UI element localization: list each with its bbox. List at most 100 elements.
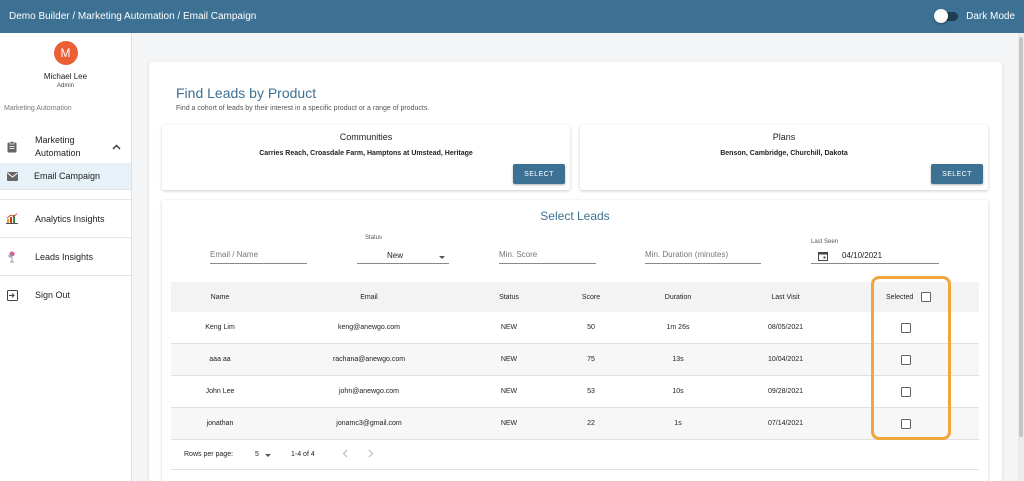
- col-header-last-visit[interactable]: Last Visit: [723, 282, 848, 312]
- email-name-field[interactable]: [210, 250, 307, 264]
- leads-icon: [6, 251, 18, 263]
- cell-name: aaa aa: [209, 356, 231, 363]
- communities-card: Communities Carries Reach, Croasdale Far…: [162, 125, 570, 190]
- col-header-score[interactable]: Score: [549, 282, 633, 312]
- cell-last-visit: 09/28/2021: [767, 388, 804, 395]
- cell-name: jonathan: [206, 420, 234, 427]
- mail-icon: [6, 170, 18, 182]
- table-pagination: Rows per page: 5 1-4 of 4: [171, 440, 979, 470]
- caret-down-icon: [439, 256, 445, 259]
- select-communities-button[interactable]: SELECT: [513, 164, 565, 184]
- min-score-field[interactable]: [499, 250, 596, 264]
- rows-per-page-select[interactable]: 5: [255, 451, 271, 458]
- selected-column-highlight: [871, 276, 951, 440]
- select-leads-title: Select Leads: [540, 209, 610, 223]
- sidebar-item-email-campaign[interactable]: Email Campaign: [0, 163, 131, 190]
- cell-duration: 1m 26s: [666, 324, 690, 331]
- sidebar-item-leads-insights[interactable]: Leads Insights: [0, 238, 131, 276]
- cell-duration: 1s: [674, 420, 682, 427]
- status-select[interactable]: New: [357, 250, 449, 264]
- table-header: Name Email Status Score Duration Last Vi…: [171, 282, 979, 312]
- sidebar-item-marketing-automation[interactable]: Marketing Automation: [0, 127, 131, 163]
- switch-knob[interactable]: [934, 9, 949, 23]
- email-name-input[interactable]: [210, 250, 307, 259]
- min-score-input[interactable]: [499, 250, 596, 259]
- cell-status: NEW: [500, 388, 518, 395]
- cell-name: John Lee: [205, 388, 235, 395]
- cell-duration: 10s: [672, 388, 684, 395]
- sidebar: M Michael Lee Admin Marketing Automation…: [0, 33, 132, 481]
- cell-email: john@anewgo.com: [338, 388, 400, 395]
- dark-mode-label: Dark Mode: [966, 11, 1015, 22]
- min-duration-field[interactable]: [645, 250, 761, 264]
- breadcrumb[interactable]: Demo Builder / Marketing Automation / Em…: [9, 11, 936, 22]
- col-header-email[interactable]: Email: [269, 282, 469, 312]
- status-value: New: [387, 251, 404, 260]
- page-title: Find Leads by Product: [176, 85, 317, 101]
- dark-mode-toggle[interactable]: Dark Mode: [934, 9, 1015, 23]
- sign-out-icon: [6, 289, 18, 301]
- cell-score: 50: [587, 324, 595, 331]
- cell-duration: 13s: [672, 356, 684, 363]
- rows-per-page-label: Rows per page:: [184, 451, 234, 458]
- divider: [0, 190, 131, 200]
- plans-values: Benson, Cambridge, Churchill, Dakota: [720, 150, 848, 157]
- sidebar-item-label: Email Campaign: [34, 171, 101, 181]
- sidebar-item-label: Sign Out: [35, 290, 71, 300]
- sidebar-section-label: Marketing Automation: [4, 105, 72, 112]
- table-row[interactable]: aaa aa rachana@anewgo.com NEW 75 13s 10/…: [171, 344, 979, 376]
- cell-email: keng@anewgo.com: [338, 324, 400, 331]
- cell-email: jonamc3@gmail.com: [336, 420, 402, 427]
- communities-values: Carries Reach, Croasdale Farm, Hamptons …: [259, 150, 473, 157]
- table-row[interactable]: Keng Lim keng@anewgo.com NEW 50 1m 26s 0…: [171, 312, 979, 344]
- table-row[interactable]: jonathan jonamc3@gmail.com NEW 22 1s 07/…: [171, 408, 979, 440]
- last-seen-value: 04/10/2021: [842, 251, 883, 260]
- scrollbar[interactable]: [1018, 33, 1024, 481]
- select-plans-button[interactable]: SELECT: [931, 164, 983, 184]
- user-name: Michael Lee: [43, 72, 88, 81]
- cell-name: Keng Lim: [205, 324, 235, 331]
- cell-last-visit: 08/05/2021: [767, 324, 804, 331]
- avatar[interactable]: M: [53, 41, 78, 65]
- dark-mode-switch[interactable]: [934, 9, 959, 23]
- cell-score: 22: [587, 420, 595, 427]
- col-header-status[interactable]: Status: [469, 282, 549, 312]
- cell-score: 75: [587, 356, 595, 363]
- sidebar-item-label: Marketing Automation: [35, 135, 81, 158]
- sidebar-item-label: Analytics Insights: [35, 213, 105, 224]
- top-bar: Demo Builder / Marketing Automation / Em…: [0, 0, 1024, 33]
- plans-title: Plans: [772, 132, 796, 142]
- calendar-icon[interactable]: [818, 251, 828, 263]
- chevron-up-icon[interactable]: [112, 142, 121, 152]
- cell-last-visit: 07/14/2021: [767, 420, 804, 427]
- table-row[interactable]: John Lee john@anewgo.com NEW 53 10s 09/2…: [171, 376, 979, 408]
- sidebar-item-sign-out[interactable]: Sign Out: [0, 276, 131, 314]
- cell-email: rachana@anewgo.com: [332, 356, 406, 363]
- last-seen-label: Last Seen: [811, 239, 839, 245]
- col-header-duration[interactable]: Duration: [633, 282, 723, 312]
- sidebar-item-label: Leads Insights: [35, 251, 94, 262]
- plans-card: Plans Benson, Cambridge, Churchill, Dako…: [580, 125, 988, 190]
- cell-score: 53: [587, 388, 595, 395]
- chevron-right-icon[interactable]: [368, 449, 374, 460]
- cell-status: NEW: [500, 420, 518, 427]
- cell-status: NEW: [500, 356, 518, 363]
- chevron-left-icon[interactable]: [342, 449, 348, 460]
- sidebar-item-analytics-insights[interactable]: Analytics Insights: [0, 200, 131, 238]
- cell-status: NEW: [500, 324, 518, 331]
- communities-title: Communities: [339, 132, 393, 142]
- scrollbar-thumb[interactable]: [1019, 37, 1023, 437]
- pagination-range: 1-4 of 4: [291, 451, 315, 458]
- select-leads-panel: Select Leads Status New Last Seen 04/10/…: [162, 200, 988, 481]
- bar-chart-icon: [6, 213, 18, 225]
- profile: M Michael Lee Admin: [0, 33, 131, 89]
- cell-last-visit: 10/04/2021: [767, 356, 804, 363]
- min-duration-input[interactable]: [645, 250, 761, 259]
- last-seen-field[interactable]: 04/10/2021: [811, 250, 939, 264]
- col-header-name[interactable]: Name: [171, 282, 269, 312]
- rows-per-page-value: 5: [255, 451, 259, 458]
- page-subtitle: Find a cohort of leads by their interest…: [176, 105, 430, 112]
- caret-down-icon: [265, 454, 271, 457]
- clipboard-icon: [6, 141, 18, 153]
- status-label: Status: [365, 235, 383, 241]
